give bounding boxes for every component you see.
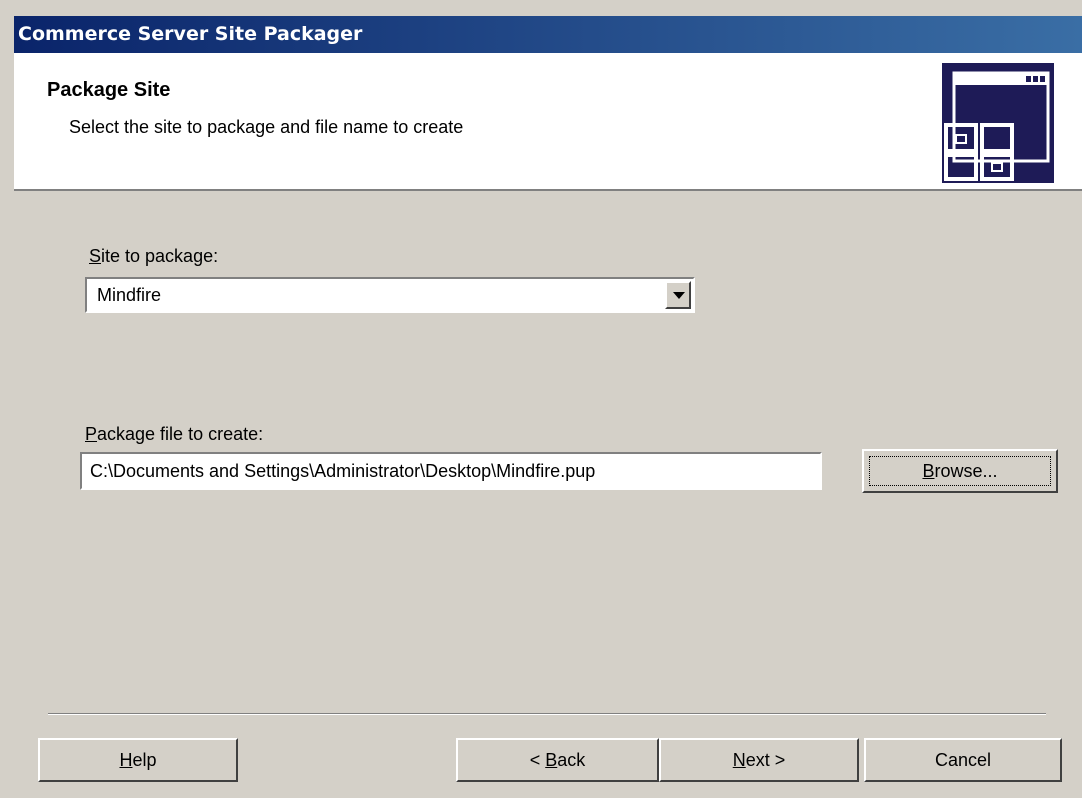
back-accel: B <box>545 750 558 770</box>
back-label: ack <box>557 750 586 770</box>
package-file-input[interactable]: C:\Documents and Settings\Administrator\… <box>80 452 822 490</box>
wizard-window-icon <box>942 63 1054 183</box>
site-to-package-dropdown[interactable]: Mindfire <box>85 277 695 313</box>
title-bar[interactable]: Commerce Server Site Packager <box>14 16 1082 53</box>
site-to-package-label: Site to package: <box>89 246 218 267</box>
browse-label: rowse... <box>934 461 998 481</box>
help-button[interactable]: Help <box>38 738 238 782</box>
package-file-label: Package file to create: <box>85 424 263 445</box>
wizard-header: Package Site Select the site to package … <box>14 53 1082 191</box>
next-button[interactable]: Next > <box>659 738 859 782</box>
browse-accel: B <box>922 461 935 481</box>
site-selected-value: Mindfire <box>97 285 162 305</box>
cancel-label: Cancel <box>934 750 992 770</box>
browse-focus-rect: Browse... <box>869 456 1051 486</box>
back-prefix: < <box>529 750 546 770</box>
cancel-button[interactable]: Cancel <box>864 738 1062 782</box>
site-label-accel: S <box>89 246 102 266</box>
window-title: Commerce Server Site Packager <box>18 23 363 45</box>
page-title: Package Site <box>47 79 171 101</box>
site-label-text: ite to package: <box>101 246 219 266</box>
next-label: ext > <box>745 750 786 770</box>
wizard-window: Commerce Server Site Packager Package Si… <box>0 0 1082 798</box>
next-accel: N <box>732 750 746 770</box>
wizard-window-icon-graphic <box>944 71 1050 181</box>
package-label-accel: P <box>85 424 98 444</box>
page-subtitle: Select the site to package and file name… <box>69 117 464 137</box>
window-edge <box>0 0 14 798</box>
help-label: elp <box>132 750 157 770</box>
back-button[interactable]: < Back <box>456 738 659 782</box>
browse-button[interactable]: Browse... <box>862 449 1058 493</box>
package-label-text: ackage file to create: <box>97 424 264 444</box>
chevron-down-icon[interactable] <box>665 281 691 309</box>
footer-separator <box>48 713 1046 715</box>
help-accel: H <box>119 750 133 770</box>
